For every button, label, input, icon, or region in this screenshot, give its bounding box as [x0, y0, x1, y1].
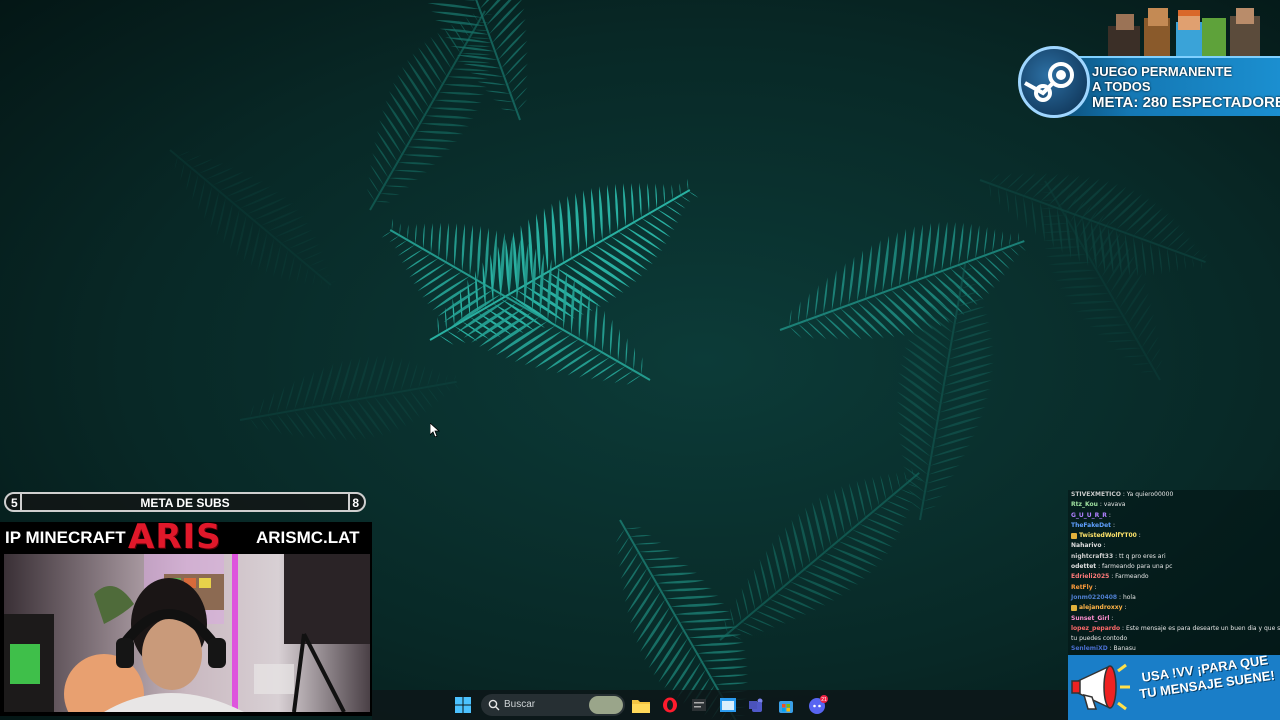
teams-icon — [749, 698, 763, 712]
chat-text: : tt q pro eres ari — [1115, 552, 1166, 560]
steam-logo-icon — [1018, 46, 1090, 118]
app-button-2[interactable] — [717, 694, 739, 716]
opera-icon — [663, 697, 677, 713]
teams-button[interactable] — [746, 694, 768, 716]
start-button[interactable] — [452, 694, 474, 716]
chat-message: odettet : farmeando para una pc — [1068, 562, 1280, 572]
voice-alert-banner: USA !VV ¡PARA QUE TU MENSAJE SUENE! — [1068, 655, 1280, 720]
chat-message: tu puedes contodo — [1068, 634, 1280, 644]
app-button-1[interactable] — [688, 694, 710, 716]
steam-goal-line2: A TODOS — [1092, 79, 1151, 94]
steam-goal-text: JUEGO PERMANENTE A TODOS META: 280 ESPEC… — [1092, 64, 1280, 112]
subs-goal-divider — [348, 494, 350, 510]
chat-username[interactable]: nightcraft33 — [1071, 553, 1113, 560]
search-icon — [488, 699, 500, 711]
chat-username[interactable]: G_U_U_R_R — [1071, 512, 1107, 519]
search-highlight-icon — [589, 696, 623, 714]
alert-message: USA !VV ¡PARA QUE TU MENSAJE SUENE! — [1138, 655, 1276, 702]
minecraft-ip-label: IP MINECRAFT — [5, 528, 126, 547]
megaphone-icon — [1071, 663, 1130, 711]
chat-text: : — [1138, 532, 1141, 540]
chat-message: TwistedWolfYT00 : — [1068, 531, 1280, 541]
mouse-cursor-icon — [430, 423, 440, 437]
store-icon — [779, 701, 793, 713]
chat-text: : — [1112, 521, 1115, 529]
chat-username[interactable]: Rtz_Kou — [1071, 501, 1098, 508]
store-button[interactable] — [775, 694, 797, 716]
minecraft-ip-banner: IP MINECRAFT ARIS ARISMC.LAT — [0, 517, 372, 557]
steam-goal-line1: JUEGO PERMANENTE — [1092, 64, 1233, 79]
steam-meta-value: 280 ESPECTADORES — [1142, 94, 1280, 111]
steam-goal-panel: JUEGO PERMANENTE A TODOS META: 280 ESPEC… — [1018, 8, 1280, 120]
chat-message: STIVEXMETICO : Ya quiero00000 — [1068, 490, 1280, 500]
chat-username[interactable]: TheFakeDet — [1071, 522, 1111, 529]
chat-username[interactable]: Jonm0220408 — [1071, 594, 1117, 601]
chat-text: : — [1111, 614, 1114, 622]
chat-message: Edrieli2025 : Farmeando — [1068, 572, 1280, 582]
chat-text: : hola — [1119, 593, 1136, 601]
chat-text: : — [1103, 542, 1106, 550]
chat-username[interactable]: TwistedWolfYT00 — [1079, 532, 1137, 539]
opera-browser-button[interactable] — [659, 694, 681, 716]
file-explorer-button[interactable] — [630, 694, 652, 716]
chat-message: alejandroxxy : — [1068, 603, 1280, 613]
chat-text: : Banasu — [1109, 645, 1136, 653]
search-placeholder: Buscar — [504, 699, 536, 710]
steam-goal-meta: META: 280 ESPECTADORES — [1092, 94, 1280, 112]
chat-text: : Este mensaje es para desearte un buen … — [1122, 624, 1280, 632]
chat-message: Jonm0220408 : hola — [1068, 593, 1280, 603]
chat-username[interactable]: lopez_pepardo — [1071, 625, 1120, 632]
chat-username[interactable]: alejandroxxy — [1079, 604, 1123, 611]
chat-message: G_U_U_R_R : — [1068, 511, 1280, 521]
chat-username[interactable]: Edrieli2025 — [1071, 573, 1109, 580]
chat-username[interactable]: SenlemiXD — [1071, 645, 1108, 652]
chat-text: : — [1094, 583, 1097, 591]
chat-message: lopez_pepardo : Este mensaje es para des… — [1068, 624, 1280, 634]
chat-message: SenlemiXD : Banasu — [1068, 644, 1280, 654]
discord-icon: 21 — [809, 695, 828, 714]
discord-button[interactable]: 21 — [807, 694, 829, 716]
windows-logo-icon — [455, 697, 471, 713]
chat-text: : farmeando para una pc — [1098, 563, 1173, 571]
chat-panel: STIVEXMETICO : Ya quiero00000 Rtz_Kou : v… — [1068, 490, 1280, 656]
chat-badge-icon — [1071, 532, 1077, 539]
chat-username[interactable]: Naharivo — [1071, 542, 1101, 549]
subs-goal-bar: 5 META DE SUBS 8 — [4, 492, 366, 512]
subs-goal-label: META DE SUBS — [140, 496, 230, 510]
chat-message: Sunset_Girl : — [1068, 614, 1280, 624]
chat-text: : vavava — [1099, 501, 1126, 509]
chat-badge-icon — [1071, 604, 1077, 611]
chat-message: nightcraft33 : tt q pro eres ari — [1068, 552, 1280, 562]
chat-text: : — [1108, 511, 1111, 519]
chat-username[interactable]: Sunset_Girl — [1071, 615, 1109, 622]
chat-text: : Ya quiero00000 — [1122, 491, 1174, 498]
discord-notification-badge: 21 — [821, 697, 827, 703]
chat-text: : — [1124, 604, 1127, 612]
folder-icon — [632, 699, 650, 713]
chat-message: Rtz_Kou : vavava — [1068, 500, 1280, 510]
chat-username[interactable]: odettet — [1071, 563, 1096, 570]
taskbar-search[interactable]: Buscar — [481, 694, 625, 716]
game-characters-art — [1108, 8, 1260, 56]
chat-message: TheFakeDet : — [1068, 521, 1280, 531]
webcam-feed — [4, 554, 370, 712]
chat-text: : Farmeando — [1111, 573, 1149, 581]
app-icon — [692, 699, 706, 711]
minecraft-server-address: ARISMC.LAT — [256, 528, 360, 547]
chat-message: RetFly : — [1068, 583, 1280, 593]
chat-username[interactable]: RetFly — [1071, 584, 1093, 591]
taskbar: Buscar 21 — [372, 690, 1068, 720]
subs-goal-max: 8 — [352, 496, 359, 510]
chat-message: Naharivo : — [1068, 541, 1280, 551]
window-app-icon — [720, 698, 736, 712]
steam-meta-label: META: — [1092, 94, 1139, 111]
aris-logo: ARIS — [128, 517, 222, 557]
chat-username[interactable]: STIVEXMETICO — [1071, 491, 1121, 498]
webcam-frame — [0, 552, 372, 716]
chat-text: tu puedes contodo — [1071, 635, 1128, 643]
